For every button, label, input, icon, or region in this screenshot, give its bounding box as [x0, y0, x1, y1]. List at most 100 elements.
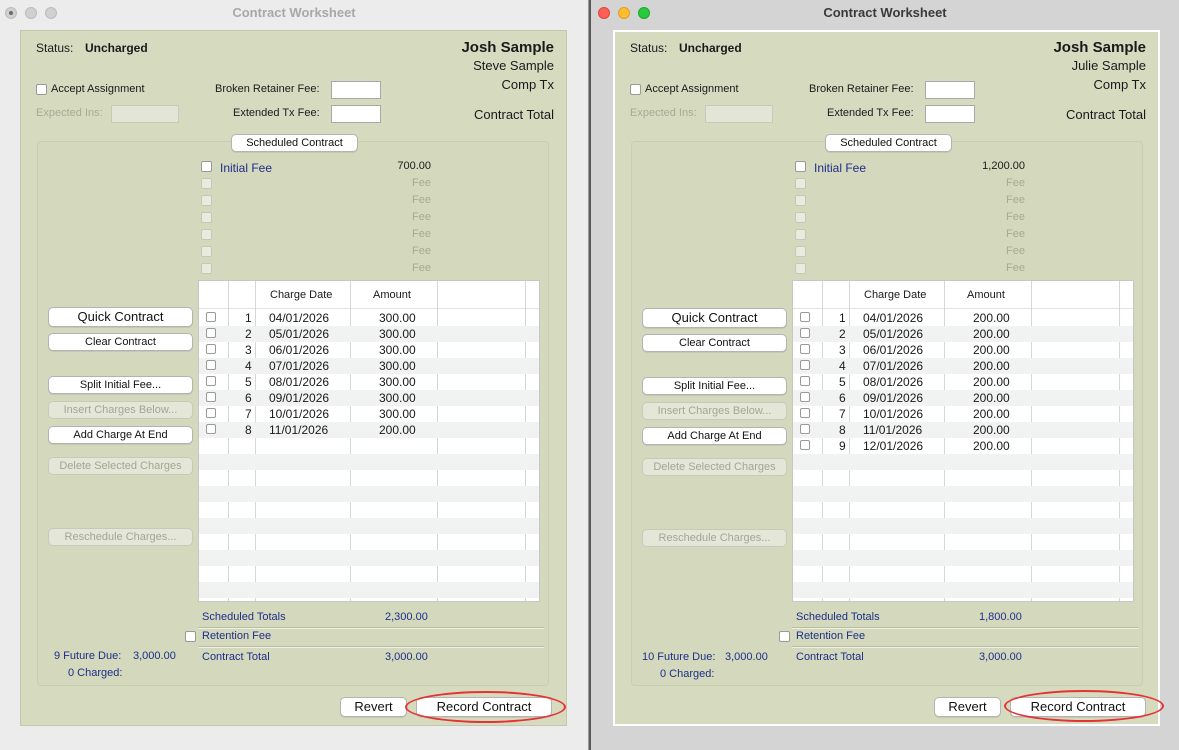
extended-tx-fee-field[interactable] — [925, 105, 975, 123]
table-row[interactable]: 7 10/01/2026 200.00 — [793, 406, 1133, 422]
delete-selected-charges-button[interactable]: Delete Selected Charges — [48, 457, 193, 475]
fee-checkbox[interactable] — [795, 212, 806, 223]
row-checkbox[interactable] — [206, 392, 216, 402]
row-checkbox[interactable] — [206, 360, 216, 370]
fee-checkbox[interactable] — [795, 178, 806, 189]
table-row[interactable]: 8 11/01/2026 200.00 — [793, 422, 1133, 438]
clear-contract-button[interactable]: Clear Contract — [642, 334, 787, 352]
fee-checkbox[interactable] — [795, 229, 806, 240]
revert-button[interactable]: Revert — [934, 697, 1001, 717]
initial-fee-amount[interactable]: 700.00 — [397, 160, 431, 172]
fee-amount[interactable]: Fee — [1006, 194, 1025, 206]
add-charge-at-end-button[interactable]: Add Charge At End — [642, 427, 787, 445]
row-checkbox[interactable] — [800, 312, 810, 322]
table-row[interactable]: 6 09/01/2026 300.00 — [199, 390, 539, 406]
fee-checkbox[interactable] — [201, 212, 212, 223]
fee-checkbox[interactable] — [795, 195, 806, 206]
fee-amount[interactable]: Fee — [412, 177, 431, 189]
row-checkbox[interactable] — [800, 424, 810, 434]
table-row[interactable]: 8 11/01/2026 200.00 — [199, 422, 539, 438]
close-window-icon[interactable] — [598, 7, 610, 19]
delete-selected-charges-button[interactable]: Delete Selected Charges — [642, 458, 787, 476]
table-row[interactable]: 7 10/01/2026 300.00 — [199, 406, 539, 422]
zoom-window-icon[interactable] — [638, 7, 650, 19]
scheduled-contract-button[interactable]: Scheduled Contract — [825, 134, 952, 152]
fee-amount[interactable]: Fee — [1006, 211, 1025, 223]
fee-checkbox[interactable] — [201, 263, 212, 274]
charges-table[interactable]: Charge Date Amount 1 04/01/2026 200.00 2 05… — [792, 280, 1134, 602]
row-checkbox[interactable] — [206, 424, 216, 434]
fee-amount[interactable]: Fee — [412, 211, 431, 223]
fee-amount[interactable]: Fee — [412, 228, 431, 240]
row-checkbox[interactable] — [800, 344, 810, 354]
retention-fee-checkbox[interactable] — [185, 631, 196, 642]
table-row[interactable]: 5 08/01/2026 300.00 — [199, 374, 539, 390]
table-row[interactable]: 6 09/01/2026 200.00 — [793, 390, 1133, 406]
fee-checkbox[interactable] — [795, 161, 806, 172]
row-checkbox[interactable] — [800, 440, 810, 450]
reschedule-charges-button[interactable]: Reschedule Charges... — [48, 528, 193, 546]
table-row[interactable]: 2 05/01/2026 300.00 — [199, 326, 539, 342]
add-charge-at-end-button[interactable]: Add Charge At End — [48, 426, 193, 444]
fee-amount[interactable]: Fee — [1006, 177, 1025, 189]
minimize-window-icon[interactable] — [25, 7, 37, 19]
table-row[interactable]: 1 04/01/2026 200.00 — [793, 310, 1133, 326]
broken-retainer-fee-field[interactable] — [331, 81, 381, 99]
row-checkbox[interactable] — [206, 328, 216, 338]
table-row[interactable]: 5 08/01/2026 200.00 — [793, 374, 1133, 390]
row-checkbox[interactable] — [206, 344, 216, 354]
fee-checkbox[interactable] — [201, 229, 212, 240]
fee-checkbox[interactable] — [201, 178, 212, 189]
row-checkbox[interactable] — [800, 376, 810, 386]
row-checkbox[interactable] — [206, 376, 216, 386]
row-checkbox[interactable] — [800, 328, 810, 338]
fee-checkbox[interactable] — [201, 161, 212, 172]
clear-contract-button[interactable]: Clear Contract — [48, 333, 193, 351]
insert-charges-below-button[interactable]: Insert Charges Below... — [642, 402, 787, 420]
retention-fee-checkbox[interactable] — [779, 631, 790, 642]
split-initial-fee-button[interactable]: Split Initial Fee... — [48, 376, 193, 394]
split-initial-fee-button[interactable]: Split Initial Fee... — [642, 377, 787, 395]
quick-contract-button[interactable]: Quick Contract — [642, 308, 787, 328]
fee-amount[interactable]: Fee — [1006, 245, 1025, 257]
broken-retainer-fee-field[interactable] — [925, 81, 975, 99]
initial-fee-amount[interactable]: 1,200.00 — [982, 160, 1025, 172]
extended-tx-fee-field[interactable] — [331, 105, 381, 123]
revert-button[interactable]: Revert — [340, 697, 407, 717]
column-header-amount[interactable]: Amount — [967, 289, 1005, 301]
scheduled-contract-button[interactable]: Scheduled Contract — [231, 134, 358, 152]
fee-amount[interactable]: Fee — [1006, 228, 1025, 240]
row-checkbox[interactable] — [800, 360, 810, 370]
row-checkbox[interactable] — [206, 408, 216, 418]
charges-table[interactable]: Charge Date Amount 1 04/01/2026 300.00 2 05… — [198, 280, 540, 602]
table-row[interactable]: 4 07/01/2026 200.00 — [793, 358, 1133, 374]
fee-checkbox[interactable] — [201, 246, 212, 257]
column-header-amount[interactable]: Amount — [373, 289, 411, 301]
fee-amount[interactable]: Fee — [1006, 262, 1025, 274]
fee-amount[interactable]: Fee — [412, 245, 431, 257]
close-window-icon[interactable] — [5, 7, 17, 19]
quick-contract-button[interactable]: Quick Contract — [48, 307, 193, 327]
row-checkbox[interactable] — [800, 408, 810, 418]
reschedule-charges-button[interactable]: Reschedule Charges... — [642, 529, 787, 547]
table-row[interactable]: 2 05/01/2026 200.00 — [793, 326, 1133, 342]
fee-checkbox[interactable] — [795, 246, 806, 257]
table-row[interactable]: 4 07/01/2026 300.00 — [199, 358, 539, 374]
table-row[interactable]: 3 06/01/2026 300.00 — [199, 342, 539, 358]
accept-assignment-checkbox[interactable] — [630, 84, 641, 95]
minimize-window-icon[interactable] — [618, 7, 630, 19]
fee-checkbox[interactable] — [201, 195, 212, 206]
insert-charges-below-button[interactable]: Insert Charges Below... — [48, 401, 193, 419]
table-row[interactable]: 1 04/01/2026 300.00 — [199, 310, 539, 326]
column-header-charge-date[interactable]: Charge Date — [270, 289, 332, 301]
table-row[interactable]: 3 06/01/2026 200.00 — [793, 342, 1133, 358]
zoom-window-icon[interactable] — [45, 7, 57, 19]
fee-checkbox[interactable] — [795, 263, 806, 274]
column-header-charge-date[interactable]: Charge Date — [864, 289, 926, 301]
row-checkbox[interactable] — [800, 392, 810, 402]
table-row[interactable]: 9 12/01/2026 200.00 — [793, 438, 1133, 454]
fee-amount[interactable]: Fee — [412, 194, 431, 206]
fee-amount[interactable]: Fee — [412, 262, 431, 274]
accept-assignment-checkbox[interactable] — [36, 84, 47, 95]
row-checkbox[interactable] — [206, 312, 216, 322]
